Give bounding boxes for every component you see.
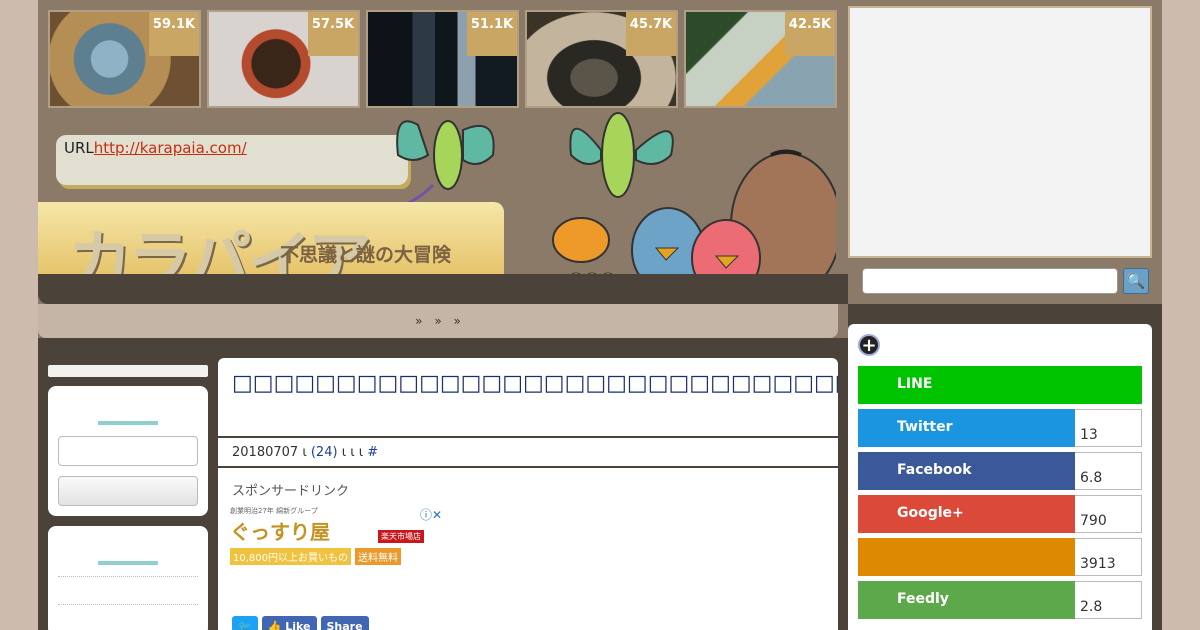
category-widget	[48, 526, 208, 630]
mascot-illustration	[552, 112, 836, 298]
left-sidebar-header	[48, 365, 208, 377]
share-hatena[interactable]: 3913	[858, 538, 1142, 576]
article-title[interactable]: □□□□□□□□□□□□□□□□□□□□□□□□□□□□□□□□□□□□□□□□…	[218, 358, 838, 438]
nav-arrow[interactable]: »	[415, 314, 422, 328]
mini-share-buttons: 🐦 👍 Like Share	[232, 616, 369, 630]
share-panel: + LINE Twitter 13 Facebook 6.8 Google+ 7…	[848, 324, 1152, 630]
thumbnail-1[interactable]: 59.1K	[48, 10, 201, 108]
share-label: LINE	[858, 366, 1142, 404]
share-count: 6.8	[1075, 452, 1142, 490]
widget-title-line	[98, 421, 158, 425]
view-count: 59.1K	[149, 12, 199, 56]
widget-search-input[interactable]	[58, 436, 198, 466]
thumbnail-4[interactable]: 45.7K	[525, 10, 678, 108]
view-count: 51.1K	[467, 12, 517, 56]
share-count: 13	[1075, 409, 1142, 447]
search-icon: 🔍	[1126, 272, 1146, 290]
share-label: Feedly	[858, 581, 1075, 619]
ad-deal: 10,800円以上お買いもの	[230, 548, 351, 565]
sponsored-ad-banner[interactable]: 創業明治27年 綿新グループ ぐっすり屋 楽天市場店 ⓘ✕ 10,800円以上お…	[230, 506, 442, 565]
logo-tagline: 不思議と謎の大冒険	[280, 244, 452, 266]
search-button[interactable]: 🔍	[1123, 268, 1149, 294]
share-label: Twitter	[858, 409, 1075, 447]
share-googleplus[interactable]: Google+ 790	[858, 495, 1142, 533]
share-label	[858, 538, 1075, 576]
view-count: 45.7K	[626, 12, 676, 56]
url-prefix: URL	[64, 139, 94, 157]
meta-separator: ι ι ι	[341, 445, 364, 460]
search-input[interactable]	[862, 268, 1118, 294]
nav-arrow[interactable]: »	[454, 314, 461, 328]
comment-count-link[interactable]: (24)	[311, 445, 338, 460]
site-logo[interactable]: カラパイア 不思議と謎の大冒険	[38, 202, 504, 299]
thumbnail-5[interactable]: 42.5K	[684, 10, 837, 108]
ad-strip: 10,800円以上お買いもの 送料無料	[230, 548, 435, 565]
page-wrapper: 59.1K 57.5K 51.1K 45.7K 42.5K URLhttp://…	[38, 0, 1162, 630]
widget-search-button[interactable]	[58, 476, 198, 506]
share-count: 3913	[1075, 538, 1142, 576]
popular-thumbnails: 59.1K 57.5K 51.1K 45.7K 42.5K	[48, 10, 837, 108]
share-count: 790	[1075, 495, 1142, 533]
site-url-link[interactable]: http://karapaia.com/	[94, 139, 247, 157]
share-facebook[interactable]: Facebook 6.8	[858, 452, 1142, 490]
divider	[58, 604, 198, 605]
like-button[interactable]: 👍 Like	[261, 616, 317, 630]
nav-arrow[interactable]: »	[434, 314, 441, 328]
tweet-button[interactable]: 🐦	[232, 616, 258, 630]
meta-separator: ι	[302, 445, 307, 460]
article-meta: 20180707 ι (24) ι ι ι #	[218, 438, 838, 468]
fairy-character	[396, 120, 495, 207]
butterfly-character	[569, 112, 674, 198]
plus-icon[interactable]: +	[858, 334, 880, 356]
ad-small-text: 創業明治27年 綿新グループ	[230, 507, 318, 515]
advertisement-slot[interactable]	[848, 6, 1152, 258]
thumbnail-3[interactable]: 51.1K	[366, 10, 519, 108]
url-box: URLhttp://karapaia.com/	[56, 135, 408, 185]
share-label: Facebook	[858, 452, 1075, 490]
share-button[interactable]: Share	[320, 616, 369, 630]
article-card: □□□□□□□□□□□□□□□□□□□□□□□□□□□□□□□□□□□□□□□□…	[218, 358, 838, 630]
widget-title-line	[98, 561, 158, 565]
hash-link[interactable]: #	[367, 445, 378, 460]
divider	[58, 576, 198, 577]
thumbnail-2[interactable]: 57.5K	[207, 10, 360, 108]
breadcrumb-nav: » » »	[38, 304, 838, 338]
sponsored-label: スポンサードリンク	[232, 484, 350, 499]
search-widget	[48, 386, 208, 516]
share-feedly[interactable]: Feedly 2.8	[858, 581, 1142, 619]
search-bar: 🔍	[848, 260, 1162, 304]
ad-free-shipping: 送料無料	[355, 548, 401, 565]
view-count: 57.5K	[308, 12, 358, 56]
ad-market-label: 楽天市場店	[378, 530, 424, 543]
post-date: 20180707	[232, 445, 299, 460]
share-count: 2.8	[1075, 581, 1142, 619]
share-twitter[interactable]: Twitter 13	[858, 409, 1142, 447]
view-count: 42.5K	[785, 12, 835, 56]
share-line[interactable]: LINE	[858, 366, 1142, 404]
ad-close-icon[interactable]: ⓘ✕	[420, 506, 442, 523]
share-label: Google+	[858, 495, 1075, 533]
header-bar	[38, 274, 848, 304]
